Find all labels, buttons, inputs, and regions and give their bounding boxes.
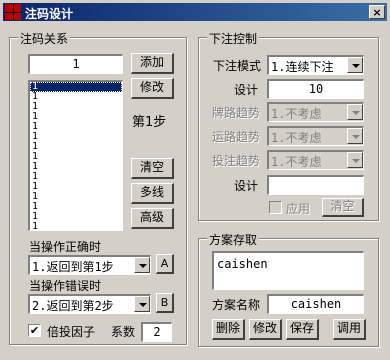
on-error-label: 当操作错误时 xyxy=(29,279,102,293)
chevron-down-icon[interactable] xyxy=(347,128,363,144)
scheme-legend: 方案存取 xyxy=(207,231,260,248)
list-item[interactable]: 1 xyxy=(30,172,122,182)
scheme-name-input[interactable]: caishen xyxy=(267,294,364,314)
list-item[interactable]: 1 xyxy=(30,132,122,142)
title-bar[interactable]: 注码设计 × xyxy=(3,3,387,21)
list-item[interactable]: 1 xyxy=(30,122,122,132)
list-item[interactable]: 1 xyxy=(30,112,122,122)
list-item[interactable]: 1 xyxy=(30,192,122,202)
clear-design-button[interactable]: 清空 xyxy=(322,198,364,217)
app-icon xyxy=(5,4,21,20)
list-item[interactable]: 1 xyxy=(30,92,122,102)
coefficient-label: 系数 xyxy=(111,325,136,339)
bet-trend-label: 投注趋势 xyxy=(212,154,261,168)
scheme-name-label: 方案名称 xyxy=(212,298,261,312)
multiplier-label: 倍投因子 xyxy=(47,325,96,339)
chevron-down-icon[interactable] xyxy=(347,152,363,168)
modify-button[interactable]: 修改 xyxy=(131,78,174,99)
on-error-select[interactable]: 2.返回到第2步 xyxy=(28,294,151,314)
chevron-down-icon[interactable] xyxy=(134,257,150,273)
scheme-list[interactable]: caishen xyxy=(212,251,364,290)
bet-relation-legend: 注码关系 xyxy=(18,30,71,47)
list-item[interactable]: 1 xyxy=(30,202,122,212)
card-trend-label: 牌路趋势 xyxy=(212,106,261,120)
option-a-button[interactable]: A xyxy=(156,254,174,274)
list-item[interactable]: 1 xyxy=(30,82,122,92)
bet-steps-list[interactable]: 111111111111111 xyxy=(28,80,123,231)
bet-control-legend: 下注控制 xyxy=(207,30,260,47)
list-item[interactable]: 1 xyxy=(30,162,122,172)
luck-trend-label: 运路趋势 xyxy=(212,130,261,144)
close-button[interactable]: × xyxy=(369,5,385,19)
chevron-down-icon[interactable] xyxy=(134,296,150,312)
list-item[interactable]: 1 xyxy=(30,182,122,192)
list-item[interactable]: 1 xyxy=(30,152,122,162)
clear-list-button[interactable]: 清空 xyxy=(131,158,174,179)
coefficient-input[interactable]: 2 xyxy=(141,322,172,342)
on-correct-select[interactable]: 1.返回到第1步 xyxy=(28,255,151,275)
design-input[interactable]: 10 xyxy=(267,79,364,99)
design2-input[interactable] xyxy=(267,175,364,195)
card-trend-select[interactable]: 1.不考虑 xyxy=(267,102,364,122)
list-item[interactable]: 1 xyxy=(30,102,122,112)
step-indicator: 第1步 xyxy=(132,115,167,130)
delete-button[interactable]: 删除 xyxy=(212,319,245,340)
list-item[interactable]: 1 xyxy=(30,212,122,222)
multiline-button[interactable]: 多线 xyxy=(131,183,174,204)
apply-checkbox[interactable] xyxy=(269,201,282,214)
add-button[interactable]: 添加 xyxy=(131,53,174,74)
on-correct-label: 当操作正确时 xyxy=(29,240,102,254)
design2-label: 设计 xyxy=(234,179,259,193)
bet-trend-select[interactable]: 1.不考虑 xyxy=(267,150,364,170)
bet-value-input[interactable]: 1 xyxy=(28,54,123,74)
bet-mode-select[interactable]: 1.连续下注 xyxy=(267,55,364,75)
list-item[interactable]: 1 xyxy=(30,142,122,152)
modify-scheme-button[interactable]: 修改 xyxy=(249,319,282,340)
chevron-down-icon[interactable] xyxy=(347,57,363,73)
option-b-button[interactable]: B xyxy=(156,293,174,313)
chevron-down-icon[interactable] xyxy=(347,104,363,120)
apply-label: 应用 xyxy=(286,202,311,216)
load-button[interactable]: 调用 xyxy=(333,319,366,340)
design-label: 设计 xyxy=(234,83,259,97)
multiplier-checkbox[interactable]: ✔ xyxy=(28,324,41,337)
dialog-window: 注码设计 × 注码关系 1 添加 修改 111111111111111 第1步 … xyxy=(0,0,390,360)
window-title: 注码设计 xyxy=(25,7,74,21)
bet-mode-label: 下注模式 xyxy=(213,59,262,73)
list-item[interactable]: 1 xyxy=(30,222,122,231)
advanced-button[interactable]: 高级 xyxy=(131,208,174,229)
save-button[interactable]: 保存 xyxy=(286,319,319,340)
luck-trend-select[interactable]: 1.不考虑 xyxy=(267,126,364,146)
